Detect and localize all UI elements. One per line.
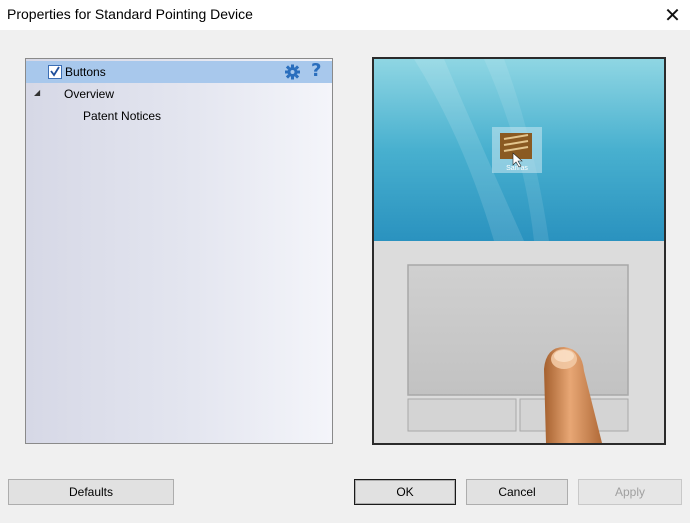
expand-arrow-icon[interactable]: ◢ — [34, 88, 40, 97]
help-icon[interactable]: ? — [311, 60, 321, 81]
tree-item-patent-notices[interactable]: Patent Notices — [26, 105, 332, 127]
title-bar: Properties for Standard Pointing Device … — [0, 0, 690, 30]
touchpad-animation-image: Saifras — [374, 59, 664, 443]
window-title: Properties for Standard Pointing Device — [7, 6, 253, 22]
close-button[interactable]: ✕ — [655, 0, 690, 30]
buttons-checkbox[interactable] — [48, 65, 62, 79]
check-icon — [50, 66, 60, 77]
defaults-button[interactable]: Defaults — [8, 479, 174, 505]
tree-item-label: Overview — [64, 87, 115, 101]
tree-item-overview[interactable]: ◢ Overview — [26, 83, 332, 105]
tree-item-buttons[interactable]: Buttons ? — [26, 60, 332, 83]
desktop-icon-caption: Saifras — [506, 165, 528, 172]
close-icon: ✕ — [664, 3, 681, 27]
settings-tree[interactable]: Buttons ? ◢ Overview Patent Notices — [25, 58, 333, 444]
gear-icon[interactable] — [284, 63, 301, 80]
tree-item-label: Buttons — [65, 65, 106, 79]
touchpad-preview: Saifras — [372, 57, 666, 445]
apply-button[interactable]: Apply — [578, 479, 682, 505]
cancel-button[interactable]: Cancel — [466, 479, 568, 505]
tree-item-label: Patent Notices — [83, 109, 162, 123]
ok-button[interactable]: OK — [354, 479, 456, 505]
